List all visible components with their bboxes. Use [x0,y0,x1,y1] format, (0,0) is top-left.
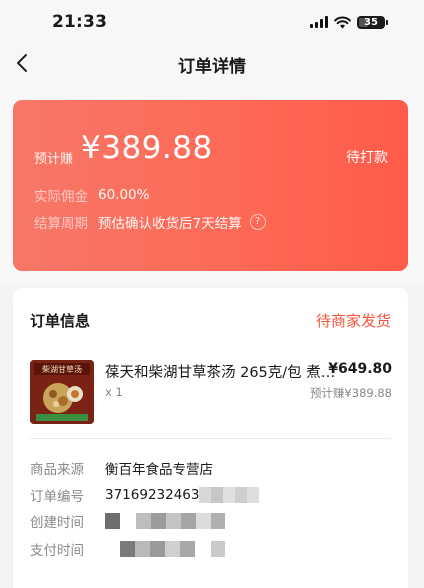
product-estimated-earnings: 预计赚¥389.88 [309,386,392,400]
payment-time-key: 支付时间 [30,543,84,559]
order-number-value[interactable]: 37169232463 [105,487,199,503]
product-name[interactable]: 葆天和柴湖甘草茶汤 265克/包 煮水... [105,361,343,382]
order-number-mosaic [199,487,260,503]
payout-status: 待打款 [346,150,388,166]
battery-level: 35 [364,16,378,28]
settlement-cycle-row: 结算周期 预估确认收货后7天结算 ? [34,212,266,232]
earnings-label: 预计赚 [34,152,74,167]
source-key: 商品来源 [30,462,84,478]
product-price: ¥649.80 [328,361,392,377]
wifi-icon [334,15,351,28]
settlement-cycle-value: 预估确认收货后7天结算 [98,216,242,232]
order-info-panel: 订单信息 待商家发货 柴湖甘草汤 葆天和柴湖甘草茶汤 265克/包 煮水... … [13,288,408,588]
detail-row-created-time: 创建时间 [30,511,225,531]
product-quantity: x 1 [105,385,123,399]
source-value: 衡百年食品专营店 [105,462,213,478]
commission-row: 实际佣金 60.00% [34,185,149,205]
product-thumb-text: 柴湖甘草汤 [42,364,82,374]
battery-icon: 35 [357,15,388,29]
detail-row-order-number: 订单编号 37169232463 [30,485,260,505]
created-time-mosaic [105,513,225,529]
nav-bar: 订单详情 [0,44,424,84]
divider [30,438,391,439]
signal-icon [310,16,328,28]
order-info-title: 订单信息 [30,312,91,330]
product-thumbnail[interactable]: 柴湖甘草汤 [30,360,94,424]
settlement-cycle-key: 结算周期 [34,216,88,232]
created-time-key: 创建时间 [30,515,84,531]
status-time: 21:33 [52,12,108,32]
order-number-key: 订单编号 [30,489,84,505]
commission-value: 60.00% [98,187,150,203]
status-bar: 21:33 35 [0,0,424,44]
order-status: 待商家发货 [315,312,391,330]
detail-row-payment-time: 支付时间 [30,539,225,559]
payment-time-mosaic [105,541,225,557]
status-icons: 35 [310,14,388,30]
earnings-card: 预计赚 ¥389.88 待打款 实际佣金 60.00% 结算周期 预估确认收货后… [13,100,408,271]
product-image: 柴湖甘草汤 [30,360,94,424]
detail-row-source: 商品来源 衡百年食品专营店 [30,458,213,478]
commission-key: 实际佣金 [34,189,88,205]
earnings-amount: ¥389.88 [81,130,213,166]
question-icon[interactable]: ? [249,214,266,230]
page-title: 订单详情 [178,57,246,77]
